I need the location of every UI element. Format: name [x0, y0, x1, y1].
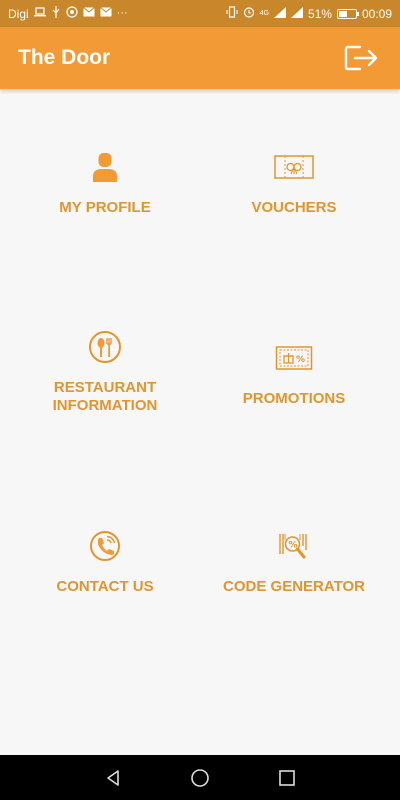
restaurant-information-label: RESTAURANT INFORMATION — [52, 379, 158, 414]
status-left: Digi ··· — [8, 6, 128, 21]
svg-text:%: % — [296, 355, 305, 365]
promotions-tile[interactable]: % PROMOTIONS — [194, 338, 394, 408]
recents-square-icon — [278, 769, 295, 786]
status-bar: Digi ··· 4G 51% 00:09 — [0, 0, 400, 27]
battery-percent: 51% — [307, 6, 332, 21]
back-triangle-icon — [107, 769, 120, 786]
status-right: 4G 51% 00:09 — [226, 6, 392, 21]
recents-button[interactable] — [272, 763, 302, 793]
code-generator-label: CODE GENERATOR — [223, 578, 365, 595]
alarm-icon — [243, 6, 255, 21]
battery-icon — [336, 8, 359, 19]
signal-icon — [273, 6, 286, 21]
logout-button[interactable] — [342, 38, 382, 78]
mail-icon — [82, 7, 95, 20]
back-button[interactable] — [98, 763, 128, 793]
laptop-icon — [33, 7, 46, 20]
barcode-scan-icon: % — [274, 526, 314, 566]
restaurant-icon — [85, 327, 125, 367]
more-notifications-icon: ··· — [116, 7, 128, 19]
contact-us-label: CONTACT US — [56, 578, 154, 595]
vibrate-icon — [226, 6, 238, 21]
my-profile-label: MY PROFILE — [59, 199, 151, 216]
menu-grid: MY PROFILE VOUCHERS RESTAURANT INFORMATI… — [0, 89, 400, 755]
promotions-label: PROMOTIONS — [242, 390, 346, 407]
vouchers-tile[interactable]: VOUCHERS — [194, 147, 394, 217]
battery-fill — [338, 10, 347, 17]
code-generator-tile[interactable]: % CODE GENERATOR — [194, 526, 394, 596]
phone-icon — [85, 526, 125, 566]
app-bar: The Door — [0, 27, 400, 89]
logout-icon — [344, 45, 378, 71]
navigation-bar — [0, 755, 400, 800]
restaurant-information-tile[interactable]: RESTAURANT INFORMATION — [5, 327, 205, 415]
vouchers-label: VOUCHERS — [251, 199, 337, 216]
home-button[interactable] — [185, 763, 215, 793]
my-profile-tile[interactable]: MY PROFILE — [5, 147, 205, 217]
network-type: 4G — [259, 10, 269, 17]
promotion-ticket-icon: % — [274, 338, 314, 378]
voucher-icon — [274, 147, 314, 187]
carrier-name: Digi — [8, 6, 29, 21]
contact-us-tile[interactable]: CONTACT US — [5, 526, 205, 596]
person-icon — [85, 147, 125, 187]
usb-icon — [51, 6, 61, 21]
app-title: The Door — [18, 46, 111, 69]
clock: 00:09 — [361, 6, 392, 21]
home-circle-icon — [191, 768, 209, 787]
whatsapp-icon — [66, 6, 78, 21]
mail-icon-2 — [99, 7, 112, 20]
signal-icon-2 — [290, 6, 303, 21]
